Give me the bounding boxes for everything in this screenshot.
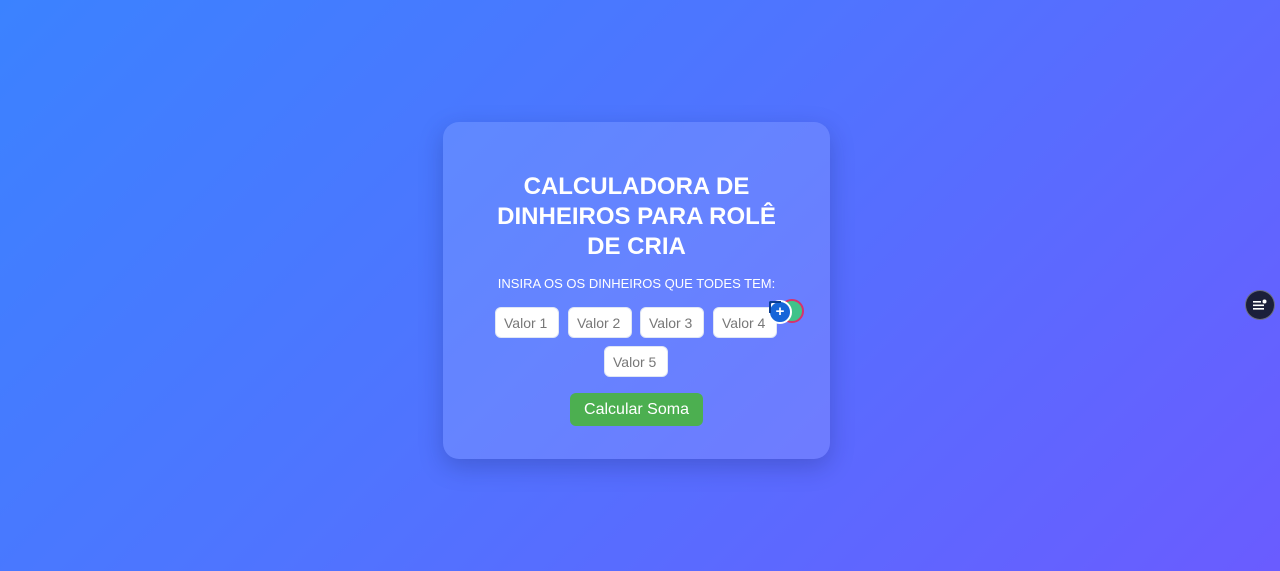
plus-icon[interactable]: +	[768, 300, 792, 324]
extension-widget[interactable]: +	[768, 299, 806, 325]
value-input-2[interactable]	[568, 307, 632, 338]
side-menu-button[interactable]	[1245, 290, 1275, 320]
value-input-5[interactable]	[604, 346, 668, 377]
value-input-1[interactable]	[495, 307, 559, 338]
instructions-text: INSIRA OS OS DINHEIROS QUE TODES TEM:	[497, 276, 776, 291]
value-input-3[interactable]	[640, 307, 704, 338]
menu-list-icon	[1253, 299, 1267, 310]
page-title: CALCULADORA DE DINHEIROS PARA ROLÊ DE CR…	[497, 173, 776, 260]
calculate-sum-button[interactable]: Calcular Soma	[570, 393, 703, 426]
calculator-card: CALCULADORA DE DINHEIROS PARA ROLÊ DE CR…	[443, 122, 830, 459]
